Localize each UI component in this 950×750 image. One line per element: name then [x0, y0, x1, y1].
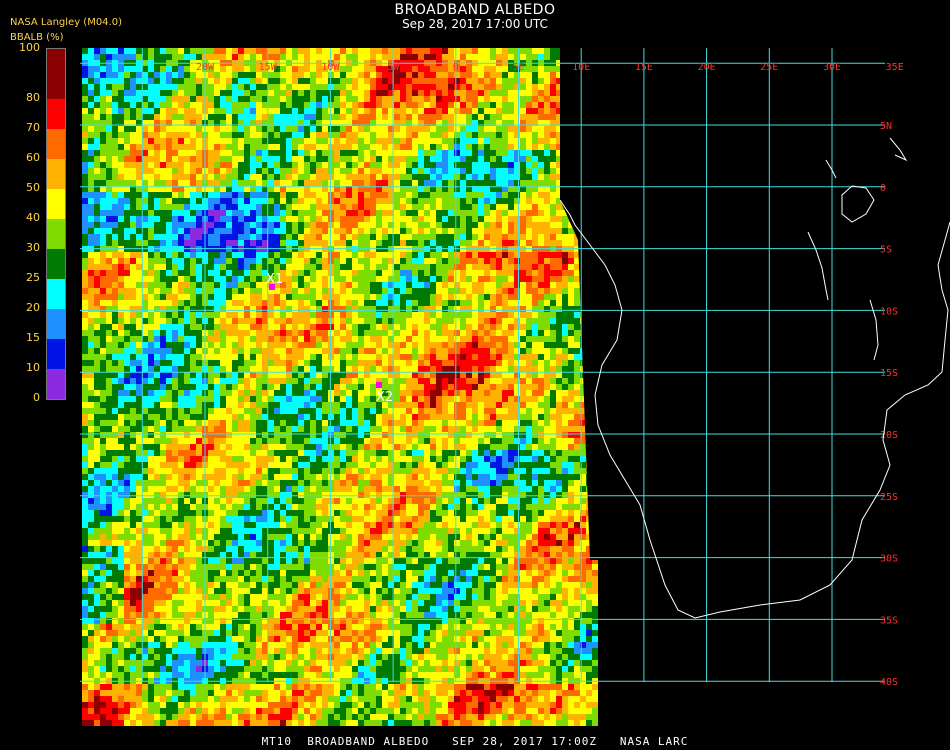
longitude-label: 0 — [453, 62, 459, 73]
latitude-label: 30S — [880, 554, 898, 565]
lake-victoria — [841, 185, 875, 223]
longitude-label: 10W — [321, 62, 340, 73]
colorbar-tick-label: 0 — [33, 391, 40, 404]
albedo-field — [82, 48, 598, 726]
colorbar-tick-label: 70 — [26, 121, 40, 134]
colorbar-segment — [47, 99, 65, 129]
marker-label: X2 — [376, 390, 393, 405]
marker-label: X1 — [266, 272, 283, 287]
longitude-label: 15W — [259, 62, 278, 73]
colorbar-segment — [47, 309, 65, 339]
colorbar-tick-label: 20 — [26, 301, 40, 314]
colorbar — [46, 48, 66, 400]
colorbar-segment — [47, 49, 65, 99]
latitude-label: 35S — [880, 615, 898, 626]
colorbar-segment — [47, 219, 65, 249]
colorbar-segment — [47, 189, 65, 219]
longitude-label: 10E — [572, 62, 590, 73]
producer-label: NASA Langley (M04.0) — [10, 17, 122, 28]
longitude-label: 20E — [698, 62, 716, 73]
latitude-label: 40S — [880, 677, 898, 688]
colorbar-segment — [47, 339, 65, 369]
page-title: BROADBAND ALBEDO — [394, 2, 556, 18]
latitude-label: 10S — [880, 306, 898, 317]
longitude-label: 5E — [512, 62, 524, 73]
page-subtitle: Sep 28, 2017 17:00 UTC — [402, 17, 548, 31]
longitude-label: 20W — [196, 62, 215, 73]
colorbar-segment — [47, 159, 65, 189]
lake-malawi — [869, 299, 879, 361]
colorbar-tick-label: 50 — [26, 181, 40, 194]
colorbar-tick-label: 100 — [19, 41, 40, 54]
ethiopia-coast — [889, 137, 908, 162]
latitude-label: 5N — [880, 121, 892, 132]
colorbar-tick-label: 15 — [26, 331, 40, 344]
latitude-label: 25S — [880, 492, 898, 503]
colorbar-segment — [47, 279, 65, 309]
lake-turkana — [825, 159, 837, 179]
latitude-label: 5S — [880, 245, 892, 256]
latitude-label: 0 — [880, 183, 886, 194]
longitude-label: 15E — [635, 62, 653, 73]
lake-tanganyika — [807, 231, 829, 301]
longitude-label: 35E — [886, 62, 904, 73]
colorbar-segment — [47, 129, 65, 159]
colorbar-segment — [47, 369, 65, 399]
colorbar-tick-label: 40 — [26, 211, 40, 224]
colorbar-tick-label: 10 — [26, 361, 40, 374]
colorbar-tick-label: 30 — [26, 241, 40, 254]
marker-point — [376, 382, 382, 388]
longitude-label: 25E — [760, 62, 778, 73]
albedo-map: 20W 15W 10W 5W 0 5E 10E 15E 20E 25E 30E 35E 5N 0 5S 10S… — [80, 48, 950, 726]
footer-caption: MT10 BROADBAND ALBEDO SEP 28, 2017 17:00… — [261, 735, 689, 748]
latitude-label: 15S — [880, 368, 898, 379]
longitude-label: 5W — [387, 62, 400, 73]
colorbar-segment — [47, 249, 65, 279]
colorbar-tick-label: 60 — [26, 151, 40, 164]
colorbar-tick-label: 25 — [26, 271, 40, 284]
colorbar-tick-label: 80 — [26, 91, 40, 104]
longitude-label: 30E — [823, 62, 841, 73]
